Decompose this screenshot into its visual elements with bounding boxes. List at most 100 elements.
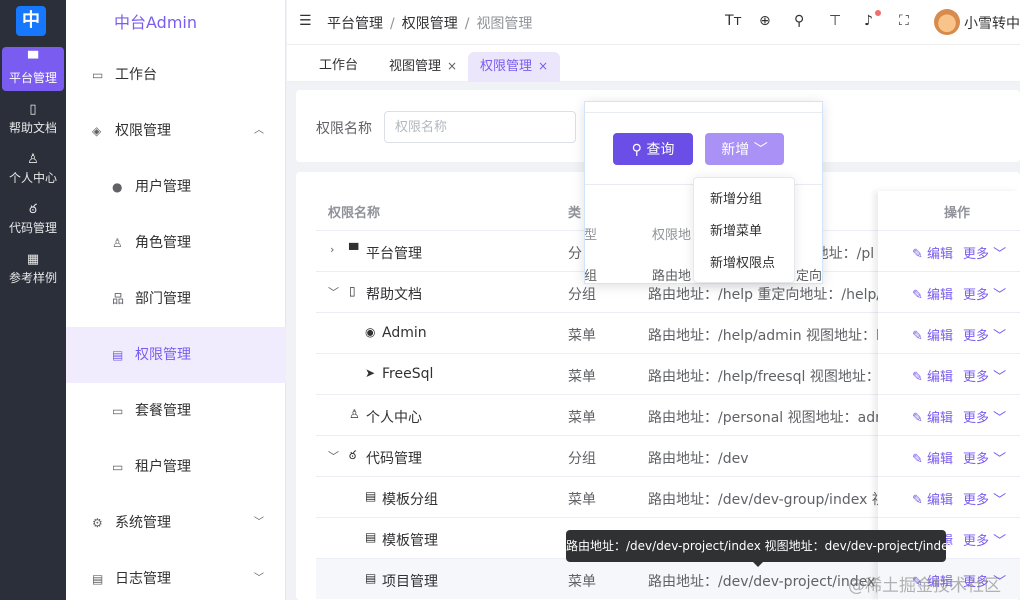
more-button[interactable]: 更多 ﹀ xyxy=(963,530,1006,549)
rail-item-personal[interactable]: ♙ 个人中心 xyxy=(2,147,64,191)
row-route: 路由地址：/help 重定向地址：/help/a xyxy=(648,287,878,303)
user-icon: ● xyxy=(112,180,123,194)
ghost-group-cell: 组 xyxy=(584,269,598,284)
chevron-down-icon[interactable]: ﹀ xyxy=(328,284,339,300)
edit-button[interactable]: ✎ 编辑 xyxy=(912,407,953,426)
menu-item-add-menu[interactable]: 新增菜单 xyxy=(694,216,794,248)
list-icon: ▤ xyxy=(112,348,124,362)
bicycle-icon: ఠ xyxy=(349,448,357,462)
edit-button[interactable]: ✎ 编辑 xyxy=(912,243,953,262)
collapse-menu-icon[interactable]: ☰ xyxy=(299,13,312,29)
more-button[interactable]: 更多 ﹀ xyxy=(963,448,1006,467)
permission-name-input[interactable] xyxy=(384,111,576,143)
document-icon: ▤ xyxy=(365,571,377,585)
rail-item-label: 平台管理 xyxy=(8,71,57,85)
sidebar-item-departments[interactable]: 品 部门管理 xyxy=(66,271,286,327)
font-size-icon[interactable]: Tт xyxy=(725,13,742,29)
chevron-down-icon: ﹀ xyxy=(254,517,264,528)
more-button[interactable]: 更多 ﹀ xyxy=(963,489,1006,508)
ghost-type-header: 型 xyxy=(584,228,598,243)
tab-label: 视图管理 xyxy=(389,59,442,74)
more-button[interactable]: 更多 ﹀ xyxy=(963,366,1006,385)
avatar[interactable] xyxy=(934,9,960,35)
chevron-down-icon[interactable]: ﹀ xyxy=(328,448,339,464)
row-operations: ✎ 编辑更多 ﹀ xyxy=(878,476,1020,517)
sidebar-item-permissions[interactable]: ▤ 权限管理 xyxy=(66,327,286,383)
row-operations: ✎ 编辑更多 ﹀ xyxy=(878,271,1020,312)
book-icon: ▯ xyxy=(29,102,37,117)
rail-item-code[interactable]: ఠ 代码管理 xyxy=(2,197,64,241)
more-button[interactable]: 更多 ﹀ xyxy=(963,243,1006,262)
query-button[interactable]: ⚲ 查询 xyxy=(613,133,693,165)
monitor-icon: ▀ xyxy=(349,243,359,257)
tab-view-management[interactable]: 视图管理 × xyxy=(377,52,469,82)
breadcrumb-item[interactable]: 平台管理 xyxy=(327,16,383,32)
tabs-bar: 工作台 视图管理 × 权限管理 × xyxy=(287,45,1020,82)
sidebar-item-roles[interactable]: ♙ 角色管理 xyxy=(66,215,286,271)
row-route: 路由地址：/dev/dev-group/index 视图 xyxy=(648,492,878,508)
fullscreen-icon[interactable]: ⛶ xyxy=(899,13,909,29)
username[interactable]: 小雪转中 xyxy=(964,13,1020,33)
tenant-icon: ▭ xyxy=(112,460,124,474)
edit-button[interactable]: ✎ 编辑 xyxy=(912,489,953,508)
sidebar-item-users[interactable]: ● 用户管理 xyxy=(66,159,286,215)
permission-name-label: 权限名称 xyxy=(316,121,372,137)
row-route: 路由地址：/personal 视图地址：adm xyxy=(648,410,878,426)
more-button[interactable]: 更多 ﹀ xyxy=(963,284,1006,303)
rail-item-examples[interactable]: ▦ 参考样例 xyxy=(2,247,64,291)
book-icon: ▯ xyxy=(349,284,356,298)
log-icon: ▤ xyxy=(92,572,104,586)
rail-item-platform[interactable]: ▀ 平台管理 xyxy=(2,47,64,91)
edit-button[interactable]: ✎ 编辑 xyxy=(912,325,953,344)
shirt-icon[interactable]: ⊤ xyxy=(829,13,841,29)
more-button[interactable]: 更多 ﹀ xyxy=(963,325,1006,344)
sidebar-item-packages[interactable]: ▭ 套餐管理 xyxy=(66,383,286,439)
sidebar-item-label: 租户管理 xyxy=(135,459,191,475)
add-button[interactable]: 新增 ﹀ xyxy=(705,133,784,165)
sidebar-item-permissions-group[interactable]: ◈ 权限管理 ︿ xyxy=(66,103,286,159)
row-name: 模板分组 xyxy=(382,492,438,508)
close-icon[interactable]: × xyxy=(447,59,457,73)
admin-icon: ◉ xyxy=(365,325,376,339)
chevron-right-icon[interactable]: › xyxy=(330,243,334,256)
sidebar-item-label: 工作台 xyxy=(115,67,157,83)
row-name: 模板管理 xyxy=(382,533,438,549)
sidebar-item-logs[interactable]: ▤ 日志管理 ﹀ xyxy=(66,551,286,600)
row-name: 平台管理 xyxy=(366,246,422,262)
globe-icon[interactable]: ⊕ xyxy=(759,13,771,29)
tab-workbench[interactable]: 工作台 xyxy=(307,52,370,82)
row-operations: ✎ 编辑更多 ﹀ xyxy=(878,312,1020,353)
row-operations: ✎ 编辑更多 ﹀ xyxy=(878,435,1020,476)
edit-button[interactable]: ✎ 编辑 xyxy=(912,284,953,303)
sidebar-item-system[interactable]: ⚙ 系统管理 ﹀ xyxy=(66,495,286,551)
send-icon: ➤ xyxy=(365,366,376,380)
sidebar-item-tenants[interactable]: ▭ 租户管理 xyxy=(66,439,286,495)
column-header-type: 类 xyxy=(568,206,582,221)
edit-button[interactable]: ✎ 编辑 xyxy=(912,448,953,467)
dashboard-icon: ▭ xyxy=(92,68,104,82)
rail-item-help[interactable]: ▯ 帮助文档 xyxy=(2,97,64,141)
more-button[interactable]: 更多 ﹀ xyxy=(963,407,1006,426)
row-route: 路由地址：/dev/dev-project/index 视图 xyxy=(648,574,878,590)
sidebar-item-label: 用户管理 xyxy=(135,179,191,195)
menu-item-add-group[interactable]: 新增分组 xyxy=(694,184,794,216)
breadcrumb-item[interactable]: 权限管理 xyxy=(402,16,458,32)
edit-button[interactable]: ✎ 编辑 xyxy=(912,366,953,385)
chevron-down-icon: ﹀ xyxy=(254,573,264,584)
sidebar-item-workbench[interactable]: ▭ 工作台 xyxy=(66,47,286,103)
menu-item-add-permission-point[interactable]: 新增权限点 xyxy=(694,248,794,280)
shield-icon: ◈ xyxy=(92,124,102,138)
bell-icon[interactable]: ♪ xyxy=(864,13,873,29)
row-type: 菜单 xyxy=(568,492,596,508)
tab-permission-management[interactable]: 权限管理 × xyxy=(468,52,561,82)
rail-item-label: 参考样例 xyxy=(8,271,57,285)
divider xyxy=(585,112,822,113)
search-icon[interactable]: ⚲ xyxy=(794,13,804,29)
rail-item-label: 帮助文档 xyxy=(8,121,57,135)
close-icon[interactable]: × xyxy=(538,59,548,73)
sidebar-item-label: 套餐管理 xyxy=(135,403,191,419)
user-icon: ♙ xyxy=(349,407,360,421)
row-name: 项目管理 xyxy=(382,574,438,590)
app-logo[interactable]: 中 xyxy=(16,6,46,36)
row-route: 路由地址：/dev xyxy=(648,451,749,467)
